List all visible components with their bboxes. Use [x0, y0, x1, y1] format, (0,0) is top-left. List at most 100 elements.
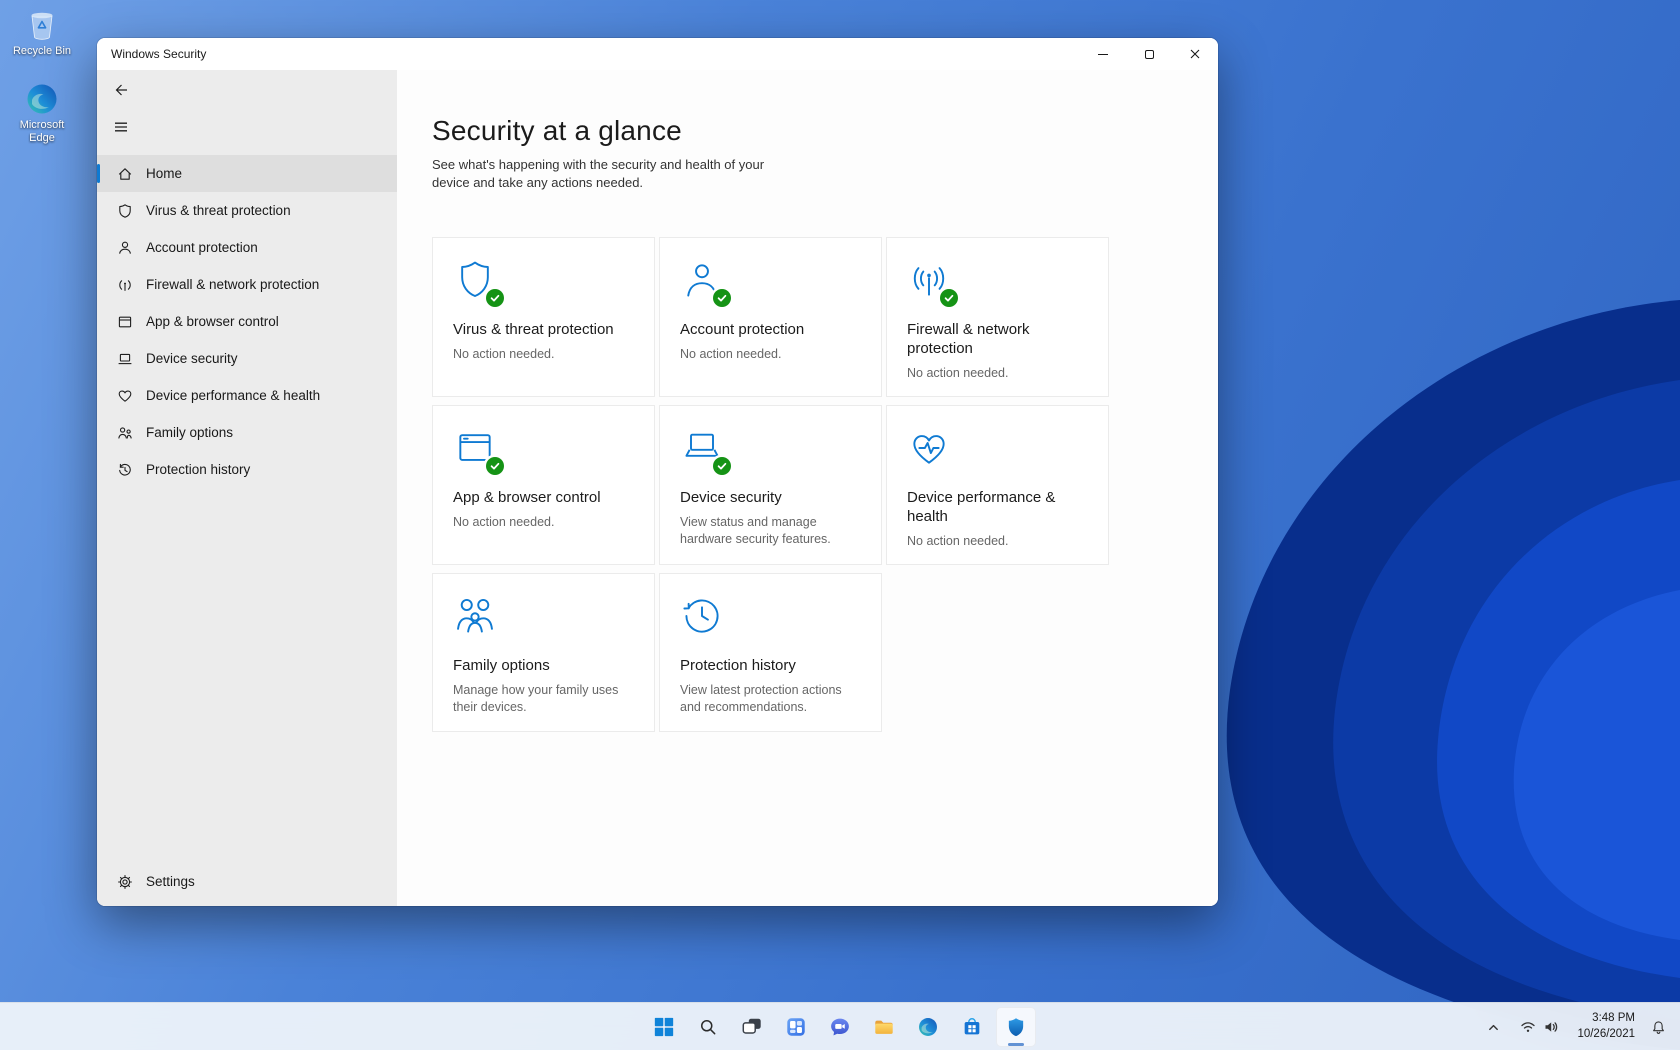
recycle-bin-icon	[25, 8, 59, 42]
back-button[interactable]	[105, 76, 137, 104]
card-title: Virus & threat protection	[453, 321, 634, 340]
sidebar-item-label: Family options	[146, 425, 233, 440]
card-firewall-network-protection[interactable]: Firewall & network protection No action …	[886, 237, 1109, 397]
sidebar-nav: Home Virus & threat protection Account p…	[97, 155, 397, 488]
check-icon	[489, 292, 501, 304]
maximize-icon	[1145, 50, 1154, 59]
windows-start-icon	[653, 1016, 675, 1038]
card-virus-threat-protection[interactable]: Virus & threat protection No action need…	[432, 237, 655, 397]
person-icon	[117, 240, 133, 256]
check-icon	[716, 292, 728, 304]
chat-button[interactable]	[820, 1007, 860, 1047]
page-subtitle: See what's happening with the security a…	[432, 156, 800, 191]
chat-icon	[829, 1016, 851, 1038]
sidebar-item-account-protection[interactable]: Account protection	[97, 229, 397, 266]
family-icon	[453, 594, 497, 638]
card-protection-history[interactable]: Protection history View latest protectio…	[659, 573, 882, 732]
page-title: Security at a glance	[432, 115, 1218, 147]
sidebar-item-family-options[interactable]: Family options	[97, 414, 397, 451]
security-cards-grid: Virus & threat protection No action need…	[432, 237, 1218, 732]
status-ok-badge	[940, 289, 958, 307]
network-volume-button[interactable]	[1514, 1015, 1565, 1039]
card-app-browser-control[interactable]: App & browser control No action needed.	[432, 405, 655, 565]
clock[interactable]: 3:48 PM 10/26/2021	[1575, 1009, 1637, 1044]
status-ok-badge	[486, 289, 504, 307]
menu-button[interactable]	[105, 113, 137, 141]
card-title: Protection history	[680, 657, 861, 676]
hamburger-icon	[113, 119, 129, 135]
sidebar-item-protection-history[interactable]: Protection history	[97, 451, 397, 488]
status-ok-badge	[486, 457, 504, 475]
sidebar-item-label: App & browser control	[146, 314, 279, 329]
shield-icon	[117, 203, 133, 219]
desktop-icon-recycle-bin[interactable]: Recycle Bin	[4, 8, 80, 58]
volume-icon	[1543, 1019, 1559, 1035]
sidebar-item-label: Device security	[146, 351, 238, 366]
card-device-security[interactable]: Device security View status and manage h…	[659, 405, 882, 565]
card-account-protection[interactable]: Account protection No action needed.	[659, 237, 882, 397]
desktop-icons: Recycle Bin Microsoft Edge	[4, 8, 80, 146]
edge-button[interactable]	[908, 1007, 948, 1047]
status-ok-badge	[713, 457, 731, 475]
windows-security-window: Windows Security	[97, 38, 1218, 906]
sidebar-item-device-security[interactable]: Device security	[97, 340, 397, 377]
back-arrow-icon	[113, 82, 129, 98]
minimize-icon	[1098, 54, 1108, 55]
start-button[interactable]	[644, 1007, 684, 1047]
sidebar-item-virus-threat-protection[interactable]: Virus & threat protection	[97, 192, 397, 229]
widgets-icon	[785, 1016, 807, 1038]
hidden-icons-button[interactable]	[1483, 1017, 1504, 1038]
family-icon	[117, 425, 133, 441]
sidebar-item-firewall-network-protection[interactable]: Firewall & network protection	[97, 266, 397, 303]
desktop-icon-label: Microsoft Edge	[7, 119, 77, 145]
heart-pulse-icon	[907, 426, 951, 470]
search-button[interactable]	[688, 1007, 728, 1047]
check-icon	[716, 460, 728, 472]
network-icon	[117, 277, 133, 293]
sidebar-item-label: Account protection	[146, 240, 258, 255]
maximize-button[interactable]	[1126, 38, 1172, 70]
card-device-performance-health[interactable]: Device performance & health No action ne…	[886, 405, 1109, 565]
close-button[interactable]	[1172, 38, 1218, 70]
windows-security-taskbar-button[interactable]	[996, 1007, 1036, 1047]
sidebar-item-label: Home	[146, 166, 182, 181]
check-icon	[489, 460, 501, 472]
sidebar-item-label: Virus & threat protection	[146, 203, 291, 218]
screen: Recycle Bin Microsoft Edge Windows Secur…	[0, 0, 1680, 1050]
sidebar-item-device-performance-health[interactable]: Device performance & health	[97, 377, 397, 414]
card-family-options[interactable]: Family options Manage how your family us…	[432, 573, 655, 732]
sidebar-item-settings[interactable]: Settings	[97, 863, 397, 900]
minimize-button[interactable]	[1080, 38, 1126, 70]
home-icon	[117, 166, 133, 182]
widgets-button[interactable]	[776, 1007, 816, 1047]
task-view-button[interactable]	[732, 1007, 772, 1047]
card-title: Device security	[680, 489, 861, 508]
file-explorer-button[interactable]	[864, 1007, 904, 1047]
sidebar-item-label: Protection history	[146, 462, 250, 477]
status-ok-badge	[713, 289, 731, 307]
card-description: No action needed.	[907, 365, 1088, 383]
notifications-button[interactable]	[1647, 1016, 1670, 1039]
sidebar-item-home[interactable]: Home	[97, 155, 397, 192]
card-description: Manage how your family uses their device…	[453, 682, 634, 717]
edge-icon	[917, 1016, 939, 1038]
sidebar-item-app-browser-control[interactable]: App & browser control	[97, 303, 397, 340]
file-explorer-icon	[873, 1016, 895, 1038]
laptop-icon	[117, 351, 133, 367]
desktop-icon-microsoft-edge[interactable]: Microsoft Edge	[4, 82, 80, 145]
search-icon	[698, 1017, 718, 1037]
notification-bell-icon	[1651, 1020, 1666, 1035]
chevron-up-icon	[1487, 1021, 1500, 1034]
sidebar-settings-area: Settings	[97, 863, 397, 900]
sidebar-item-label: Settings	[146, 874, 195, 889]
wifi-icon	[1520, 1019, 1536, 1035]
app-window-icon	[117, 314, 133, 330]
sidebar-item-label: Firewall & network protection	[146, 277, 319, 292]
card-title: App & browser control	[453, 489, 634, 508]
titlebar[interactable]: Windows Security	[97, 38, 1218, 70]
sidebar: Home Virus & threat protection Account p…	[97, 70, 397, 906]
microsoft-store-button[interactable]	[952, 1007, 992, 1047]
card-title: Device performance & health	[907, 489, 1088, 527]
check-icon	[943, 292, 955, 304]
card-description: No action needed.	[680, 346, 861, 364]
